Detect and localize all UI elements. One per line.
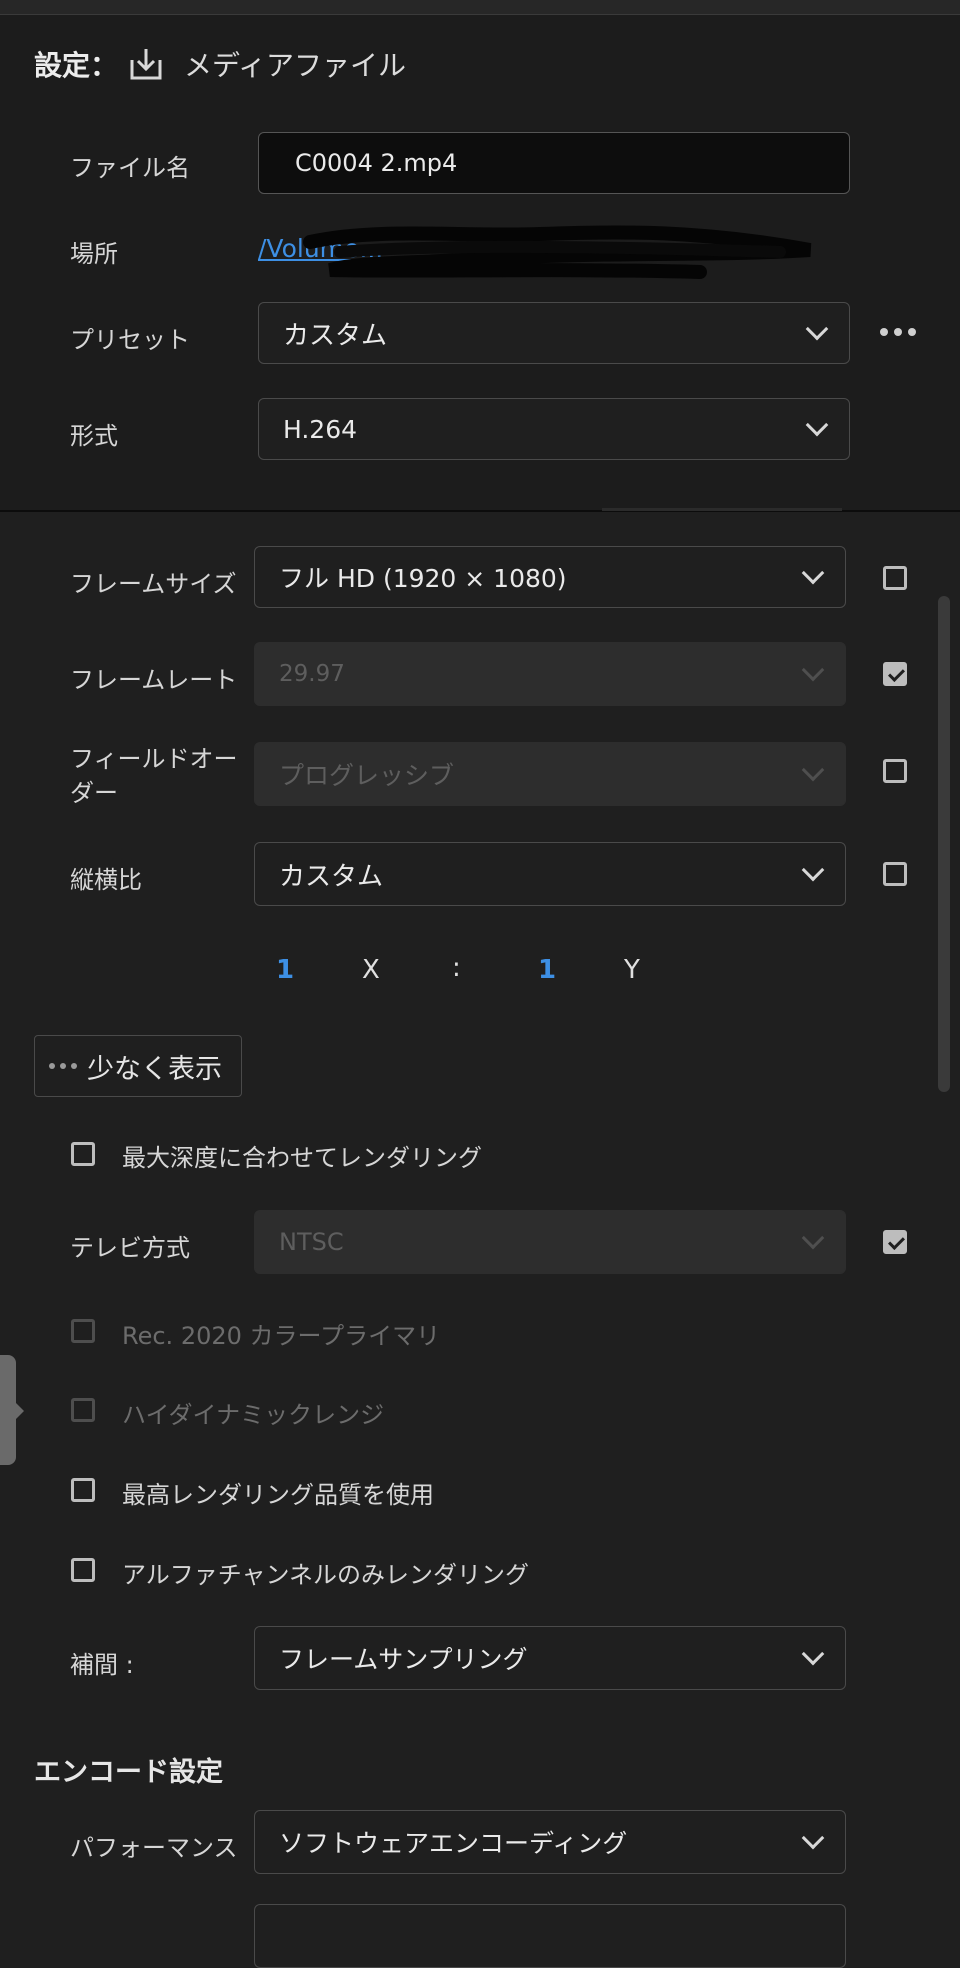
filename-value: C0004 2.mp4 <box>295 149 458 177</box>
field-order-match-checkbox[interactable] <box>883 759 907 783</box>
download-icon[interactable] <box>128 46 164 82</box>
ratio-separator: : <box>452 953 461 983</box>
filename-input[interactable]: C0004 2.mp4 <box>258 132 850 194</box>
frame-rate-select[interactable]: 29.97 <box>254 642 846 706</box>
interpolation-label: 補間 : <box>70 1651 134 1679</box>
tv-standard-value: NTSC <box>279 1228 344 1256</box>
more-options-icon[interactable] <box>880 320 916 344</box>
aspect-label: 縦横比 <box>70 866 142 894</box>
interpolation-select[interactable]: フレームサンプリング <box>254 1626 846 1690</box>
frame-size-match-checkbox[interactable] <box>883 566 907 590</box>
preset-value: カスタム <box>283 320 388 351</box>
frame-rate-match-checkbox[interactable] <box>883 662 907 686</box>
frame-size-select[interactable]: フル HD (1920 × 1080) <box>254 546 846 608</box>
max-depth-checkbox[interactable] <box>71 1142 95 1166</box>
interpolation-value: フレームサンプリング <box>279 1645 528 1674</box>
show-less-button[interactable]: 少なく表示 <box>34 1035 242 1097</box>
max-quality-checkbox[interactable] <box>71 1478 95 1502</box>
performance-label: パフォーマンス <box>70 1834 238 1862</box>
chevron-down-icon <box>801 1826 825 1850</box>
format-label: 形式 <box>70 422 118 450</box>
frame-rate-value: 29.97 <box>279 661 345 687</box>
aspect-value: カスタム <box>279 861 384 892</box>
ellipsis-icon <box>49 1063 77 1069</box>
media-file-label: メディアファイル <box>184 49 407 82</box>
chevron-down-icon <box>801 1226 825 1250</box>
rec2020-label: Rec. 2020 カラープライマリ <box>122 1322 441 1350</box>
show-less-label: 少なく表示 <box>87 1053 222 1085</box>
performance-select[interactable]: ソフトウェアエンコーディング <box>254 1810 846 1874</box>
field-order-select[interactable]: プログレッシブ <box>254 742 846 806</box>
frame-size-value: フル HD (1920 × 1080) <box>279 564 567 593</box>
scrollbar-thumb[interactable] <box>938 596 950 1092</box>
max-depth-label: 最大深度に合わせてレンダリング <box>122 1144 482 1172</box>
preset-select[interactable]: カスタム <box>258 302 850 364</box>
tv-standard-select[interactable]: NTSC <box>254 1210 846 1274</box>
field-order-label-line1: フィールドオー <box>70 745 238 773</box>
chevron-down-icon <box>801 658 825 682</box>
next-select-partial[interactable] <box>254 1904 846 1968</box>
filename-label: ファイル名 <box>70 154 190 182</box>
side-panel-handle[interactable] <box>0 1355 24 1465</box>
aspect-select[interactable]: カスタム <box>254 842 846 906</box>
max-quality-label: 最高レンダリング品質を使用 <box>122 1481 434 1509</box>
divider <box>602 508 842 511</box>
field-order-value: プログレッシブ <box>279 761 455 790</box>
chevron-down-icon <box>801 561 825 585</box>
ratio-x-input[interactable]: 1 <box>276 955 294 985</box>
ratio-y-input[interactable]: 1 <box>538 955 556 985</box>
window-top-band <box>0 0 960 15</box>
alpha-only-checkbox[interactable] <box>71 1558 95 1582</box>
ratio-y-label: Y <box>624 955 640 985</box>
hdr-checkbox[interactable] <box>71 1398 95 1422</box>
settings-title: 設定： <box>34 49 119 82</box>
encode-settings-title: エンコード設定 <box>34 1757 223 1788</box>
preset-label: プリセット <box>70 326 190 354</box>
format-select[interactable]: H.264 <box>258 398 850 460</box>
field-order-label-line2: ダー <box>70 779 118 807</box>
chevron-down-icon <box>801 858 825 882</box>
chevron-down-icon <box>805 413 829 437</box>
chevron-down-icon <box>801 758 825 782</box>
alpha-only-label: アルファチャンネルのみレンダリング <box>122 1561 530 1589</box>
tv-standard-match-checkbox[interactable] <box>883 1230 907 1254</box>
format-value: H.264 <box>283 414 358 444</box>
frame-size-label: フレームサイズ <box>70 570 237 598</box>
chevron-down-icon <box>805 317 829 341</box>
frame-rate-label: フレームレート <box>70 666 238 694</box>
hdr-label: ハイダイナミックレンジ <box>122 1401 385 1429</box>
tv-standard-label: テレビ方式 <box>70 1234 190 1262</box>
aspect-match-checkbox[interactable] <box>883 862 907 886</box>
chevron-down-icon <box>801 1642 825 1666</box>
location-label: 場所 <box>70 240 118 268</box>
ratio-x-label: X <box>362 955 380 985</box>
field-order-label: フィールドオー ダー <box>70 742 238 810</box>
redaction-scribble <box>303 225 812 279</box>
rec2020-checkbox[interactable] <box>71 1319 95 1343</box>
performance-value: ソフトウェアエンコーディング <box>279 1829 628 1858</box>
